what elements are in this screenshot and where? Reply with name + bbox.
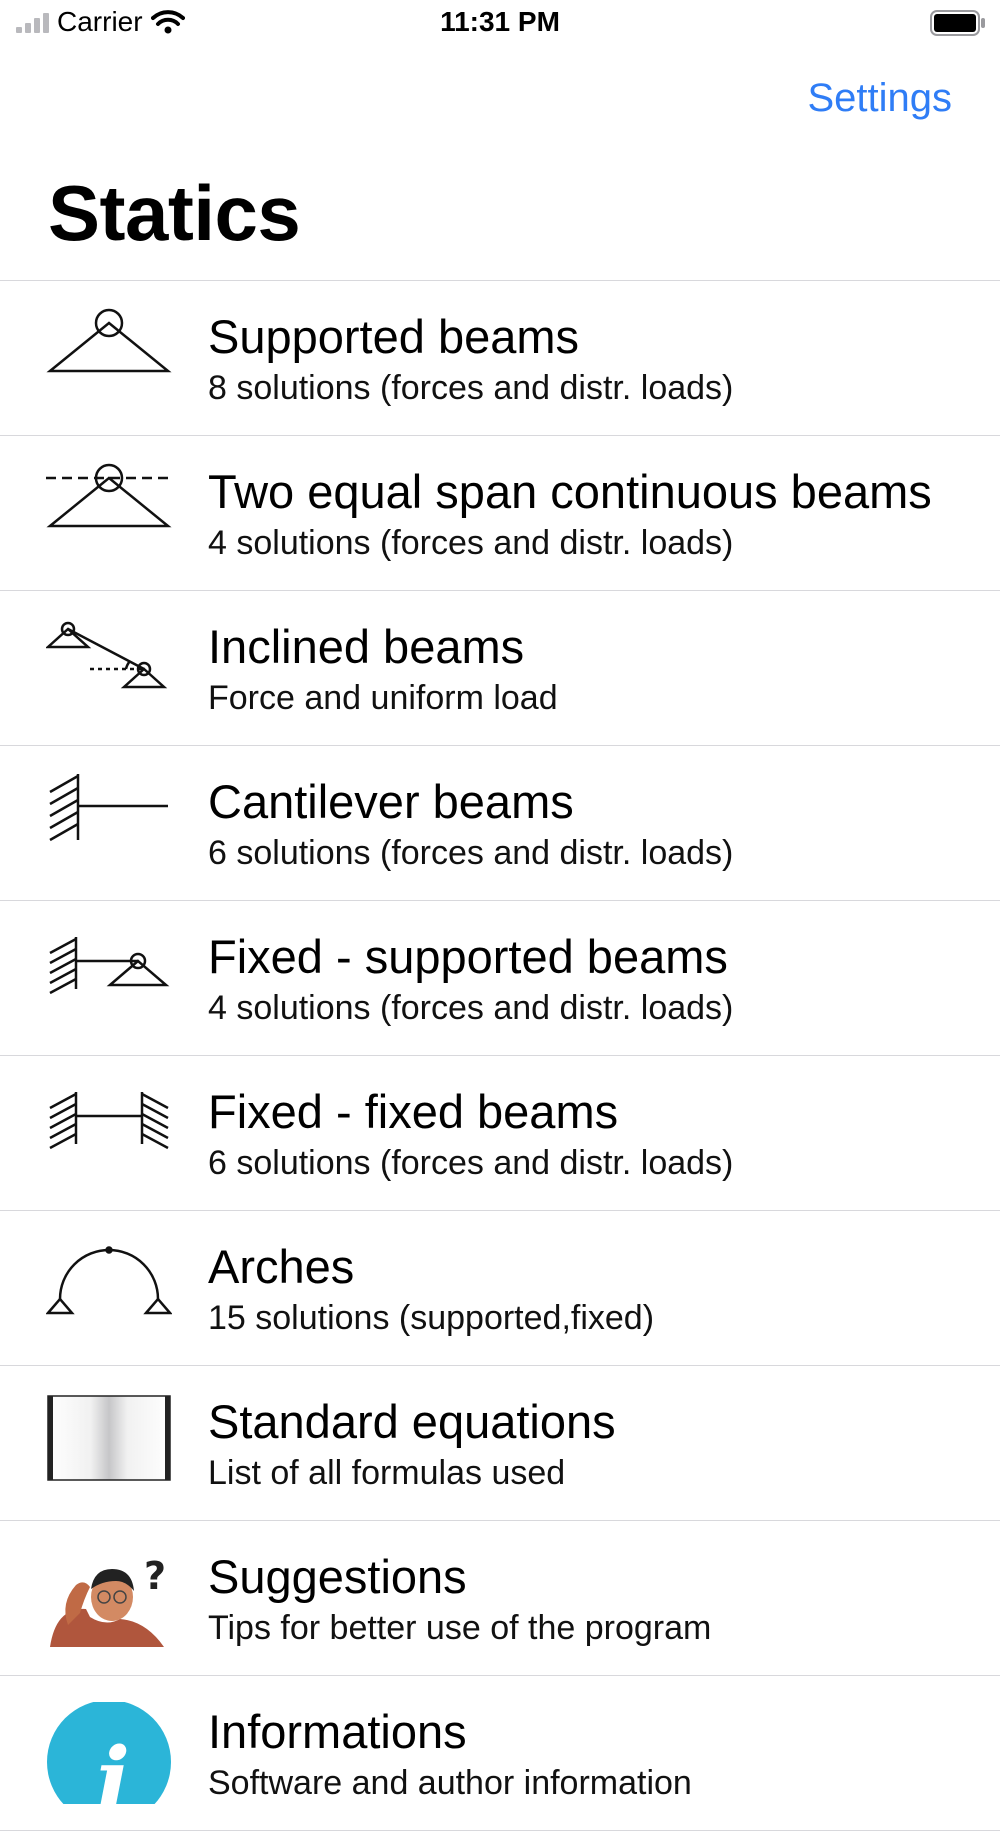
row-title: Two equal span continuous beams: [208, 465, 932, 518]
row-title: Cantilever beams: [208, 775, 574, 828]
fixed-fixed-beam-icon: [46, 1082, 172, 1184]
list-item-supported-beams[interactable]: Supported beams 8 solutions (forces and …: [0, 281, 1000, 436]
row-subtitle: 15 solutions (supported,fixed): [208, 1299, 655, 1337]
list-item-inclined-beams[interactable]: Inclined beams Force and uniform load: [0, 591, 1000, 746]
list-item-standard-equations[interactable]: Standard equations List of all formulas …: [0, 1366, 1000, 1521]
settings-button[interactable]: Settings: [807, 76, 952, 121]
list-item-suggestions[interactable]: ? Suggestions Tips for better use of the…: [0, 1521, 1000, 1676]
row-title: Supported beams: [208, 310, 580, 363]
row-title: Arches: [208, 1240, 355, 1293]
row-title: Fixed - fixed beams: [208, 1085, 619, 1138]
status-time: 11:31 PM: [440, 6, 560, 37]
book-icon: [46, 1392, 172, 1494]
row-title: Informations: [208, 1705, 467, 1758]
list-item-fixed-supported-beams[interactable]: Fixed - supported beams 4 solutions (for…: [0, 901, 1000, 1056]
row-title: Fixed - supported beams: [208, 930, 728, 983]
list-item-arches[interactable]: Arches 15 solutions (supported,fixed): [0, 1211, 1000, 1366]
info-icon: i: [46, 1700, 172, 1830]
continuous-beam-icon: [46, 462, 172, 564]
row-subtitle: Force and uniform load: [208, 679, 558, 717]
page-title: Statics: [48, 169, 301, 257]
row-subtitle: 6 solutions (forces and distr. loads): [208, 1144, 734, 1182]
svg-text:?: ?: [144, 1554, 166, 1598]
list-item-fixed-fixed-beams[interactable]: Fixed - fixed beams 6 solutions (forces …: [0, 1056, 1000, 1211]
row-subtitle: 4 solutions (forces and distr. loads): [208, 989, 734, 1027]
menu-list: Supported beams 8 solutions (forces and …: [0, 280, 1000, 1831]
fixed-supported-beam-icon: [46, 927, 172, 1029]
arch-icon: [45, 1237, 173, 1339]
row-subtitle: 6 solutions (forces and distr. loads): [208, 834, 734, 872]
row-subtitle: Software and author information: [208, 1764, 692, 1802]
cantilever-beam-icon: [46, 772, 172, 874]
row-title: Standard equations: [208, 1395, 616, 1448]
list-item-cantilever-beams[interactable]: Cantilever beams 6 solutions (forces and…: [0, 746, 1000, 901]
list-item-informations[interactable]: i Informations Software and author infor…: [0, 1676, 1000, 1831]
row-title: Inclined beams: [208, 620, 525, 673]
row-subtitle: 8 solutions (forces and distr. loads): [208, 369, 734, 407]
status-bar: Carrier 11:31 PM: [0, 0, 1000, 50]
list-item-continuous-beams[interactable]: Two equal span continuous beams 4 soluti…: [0, 436, 1000, 591]
row-subtitle: 4 solutions (forces and distr. loads): [208, 524, 734, 562]
row-subtitle: Tips for better use of the program: [208, 1609, 712, 1647]
battery-icon: [930, 10, 985, 36]
row-subtitle: List of all formulas used: [208, 1454, 566, 1492]
inclined-beam-icon: [44, 617, 172, 719]
thinking-person-icon: ?: [46, 1547, 172, 1649]
svg-text:i: i: [96, 1728, 130, 1804]
supported-beam-icon: [46, 307, 172, 409]
row-title: Suggestions: [208, 1550, 467, 1603]
